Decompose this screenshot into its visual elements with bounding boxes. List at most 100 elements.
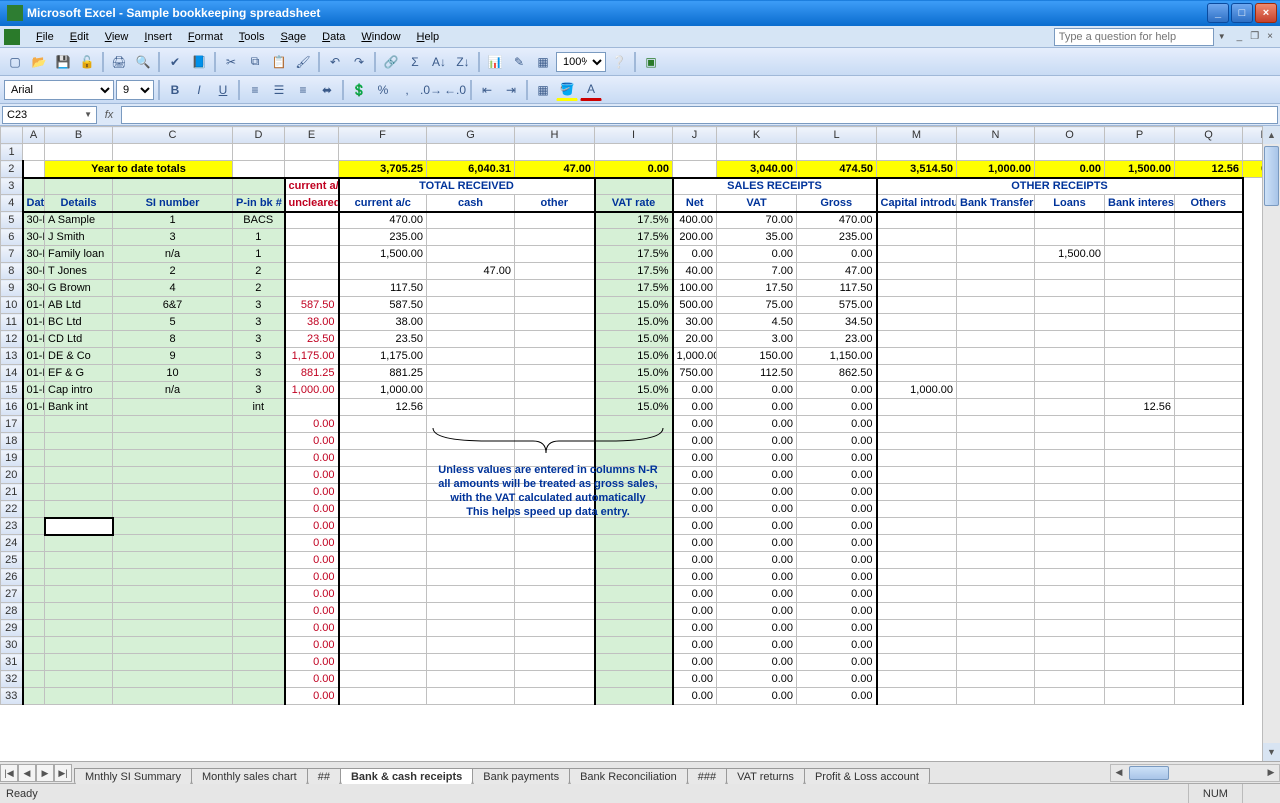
cell[interactable]: 0.00 <box>797 416 877 433</box>
row-header-5[interactable]: 5 <box>1 212 23 229</box>
cell-O[interactable] <box>957 399 1035 416</box>
cell[interactable]: 0.00 <box>797 552 877 569</box>
cell-L[interactable]: 75.00 <box>717 297 797 314</box>
cell-si[interactable]: n/a <box>113 246 233 263</box>
cell[interactable] <box>233 688 285 705</box>
cell[interactable] <box>23 637 45 654</box>
cell[interactable] <box>1175 144 1243 161</box>
col-header-M[interactable]: M <box>877 127 957 144</box>
cell[interactable] <box>877 671 957 688</box>
cell-date[interactable]: 01-Dec-08 <box>23 382 45 399</box>
total-I[interactable]: 0.00 <box>595 161 673 178</box>
cell[interactable] <box>877 552 957 569</box>
cell[interactable] <box>1175 518 1243 535</box>
cell[interactable]: 0.00 <box>797 688 877 705</box>
cell-H[interactable]: 47.00 <box>427 263 515 280</box>
cell-N[interactable] <box>877 229 957 246</box>
cell[interactable] <box>339 518 427 535</box>
cell[interactable] <box>233 433 285 450</box>
cell-P[interactable] <box>1035 382 1105 399</box>
cell-P[interactable]: 1,500.00 <box>1035 246 1105 263</box>
fill-color-icon[interactable]: 🪣 <box>556 79 578 101</box>
cell[interactable] <box>1035 688 1105 705</box>
cell[interactable] <box>23 586 45 603</box>
cell-O[interactable] <box>957 297 1035 314</box>
close-button[interactable]: × <box>1255 3 1277 23</box>
cell-details[interactable]: DE & Co <box>45 348 113 365</box>
cell-M[interactable]: 862.50 <box>797 365 877 382</box>
cell-H[interactable] <box>427 382 515 399</box>
tab-nav-first-icon[interactable]: |◀ <box>0 764 18 782</box>
mdi-restore-button[interactable]: ❐ <box>1247 31 1262 42</box>
cell[interactable] <box>515 552 595 569</box>
cell-F[interactable] <box>285 263 339 280</box>
cell[interactable] <box>45 433 113 450</box>
cell[interactable]: 0.00 <box>285 586 339 603</box>
cell[interactable] <box>113 501 233 518</box>
cell-H[interactable] <box>427 331 515 348</box>
cell-details[interactable]: J Smith <box>45 229 113 246</box>
cell-G[interactable]: 23.50 <box>339 331 427 348</box>
cell[interactable] <box>673 144 717 161</box>
cell-F[interactable] <box>285 246 339 263</box>
cell[interactable] <box>595 535 673 552</box>
cell-date[interactable]: 30-Nov-08 <box>23 280 45 297</box>
cell[interactable] <box>515 569 595 586</box>
cell[interactable] <box>427 654 515 671</box>
cell[interactable]: 0.00 <box>797 450 877 467</box>
cell[interactable] <box>595 654 673 671</box>
cell-P[interactable] <box>1035 399 1105 416</box>
italic-icon[interactable]: I <box>188 79 210 101</box>
cell-I[interactable] <box>515 280 595 297</box>
row-header-12[interactable]: 12 <box>1 331 23 348</box>
total-N[interactable]: 1,000.00 <box>957 161 1035 178</box>
cell-P[interactable] <box>1035 280 1105 297</box>
cell[interactable] <box>45 535 113 552</box>
cell[interactable] <box>1105 467 1175 484</box>
cell[interactable] <box>1035 416 1105 433</box>
cell[interactable] <box>1175 603 1243 620</box>
cell[interactable] <box>339 144 427 161</box>
cell[interactable] <box>957 603 1035 620</box>
cell[interactable] <box>877 501 957 518</box>
cell[interactable] <box>877 620 957 637</box>
cell-M[interactable]: 117.50 <box>797 280 877 297</box>
cell-H[interactable] <box>427 365 515 382</box>
cell-pin[interactable]: 3 <box>233 297 285 314</box>
cell-I[interactable] <box>515 331 595 348</box>
cell[interactable]: 0.00 <box>673 501 717 518</box>
cell[interactable] <box>957 688 1035 705</box>
row-header-23[interactable]: 23 <box>1 518 23 535</box>
cell-L[interactable]: 17.50 <box>717 280 797 297</box>
sheet-tab-3[interactable]: Bank & cash receipts <box>340 768 473 784</box>
cell[interactable] <box>113 671 233 688</box>
cell[interactable] <box>113 484 233 501</box>
cell[interactable] <box>1175 671 1243 688</box>
format-painter-icon[interactable]: 🖌 <box>292 51 314 73</box>
cell[interactable] <box>339 433 427 450</box>
cell-K[interactable]: 200.00 <box>673 229 717 246</box>
cell-L[interactable]: 4.50 <box>717 314 797 331</box>
cell[interactable] <box>45 671 113 688</box>
total-M[interactable]: 3,514.50 <box>877 161 957 178</box>
tab-nav-prev-icon[interactable]: ◀ <box>18 764 36 782</box>
cell[interactable] <box>233 637 285 654</box>
cell-M[interactable]: 47.00 <box>797 263 877 280</box>
cell[interactable] <box>1105 671 1175 688</box>
cell-si[interactable]: 10 <box>113 365 233 382</box>
cell[interactable]: 0.00 <box>673 569 717 586</box>
chart-wizard-icon[interactable]: 📊 <box>484 51 506 73</box>
align-right-icon[interactable]: ≡ <box>292 79 314 101</box>
cell[interactable]: 0.00 <box>673 637 717 654</box>
cell-R[interactable] <box>1175 212 1243 229</box>
tab-nav-last-icon[interactable]: ▶| <box>54 764 72 782</box>
cell[interactable] <box>113 518 233 535</box>
cell[interactable] <box>45 416 113 433</box>
cell[interactable] <box>515 637 595 654</box>
cell[interactable] <box>233 535 285 552</box>
cell[interactable]: 0.00 <box>797 586 877 603</box>
cell[interactable] <box>427 450 515 467</box>
open-icon[interactable]: 📂 <box>28 51 50 73</box>
cell-J[interactable]: 15.0% <box>595 399 673 416</box>
cut-icon[interactable]: ✂ <box>220 51 242 73</box>
